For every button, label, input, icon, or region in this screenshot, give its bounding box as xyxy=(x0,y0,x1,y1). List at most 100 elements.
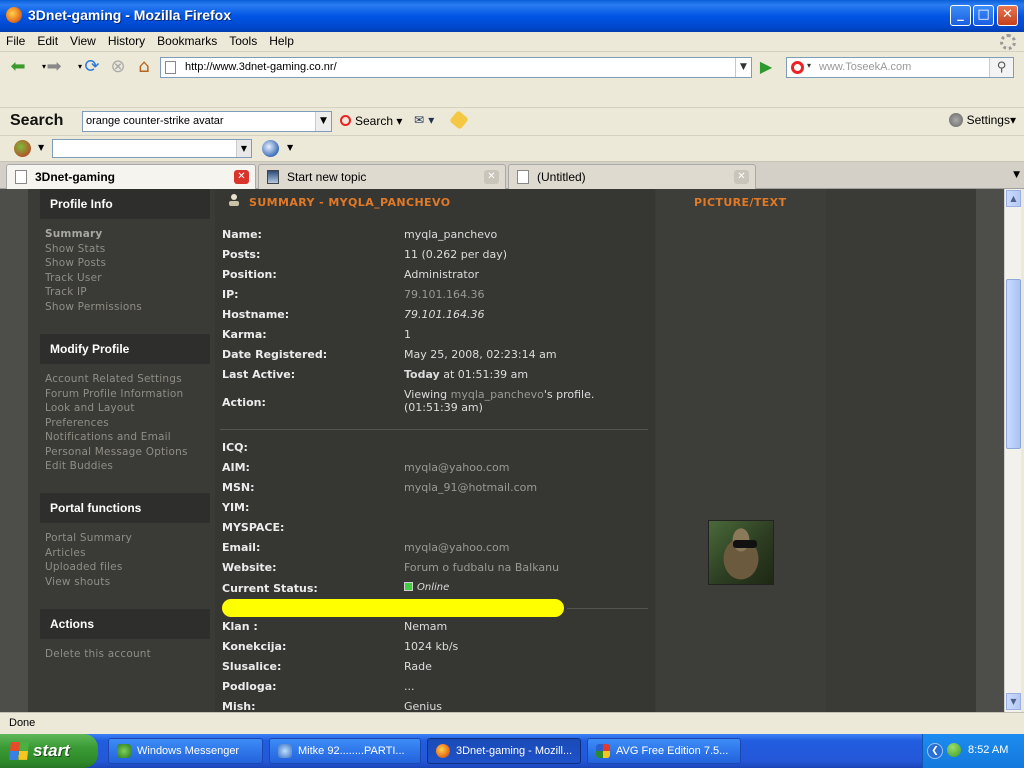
url-text[interactable]: http://www.3dnet-gaming.co.nr/ xyxy=(185,61,337,73)
settings-label: Settings xyxy=(966,113,1010,127)
web-search-placeholder[interactable]: www.ToseekA.com xyxy=(819,61,911,73)
search-engine-dropdown-icon[interactable]: ▾ xyxy=(807,61,811,70)
close-tab-icon[interactable]: ✕ xyxy=(234,170,249,184)
task-firefox[interactable]: 3Dnet-gaming - Mozill... xyxy=(427,738,581,764)
back-arrow-icon[interactable]: ⬅ xyxy=(6,56,30,78)
search-button-label: Search xyxy=(355,114,394,128)
settings-button[interactable]: Settings▾ xyxy=(948,113,1016,127)
firefox-icon xyxy=(436,744,450,758)
tab-untitled[interactable]: (Untitled) ✕ xyxy=(508,164,756,189)
minimize-button[interactable]: _ xyxy=(950,5,971,26)
search-query-text[interactable]: orange counter-strike avatar xyxy=(86,115,224,127)
sidebar-link-account-settings[interactable]: Account Related Settings xyxy=(45,372,210,387)
row-value: ... xyxy=(404,680,415,693)
url-history-dropdown-icon[interactable]: ▼ xyxy=(735,58,751,77)
vertical-scrollbar[interactable]: ▲ ▼ xyxy=(1004,189,1021,712)
search-engine-icon[interactable] xyxy=(791,61,804,74)
menu-view[interactable]: View xyxy=(64,32,102,48)
highlighter-icon[interactable] xyxy=(449,110,469,130)
search-button[interactable]: Search ▾ xyxy=(340,114,402,128)
close-tab-icon[interactable]: ✕ xyxy=(484,170,499,184)
show-hidden-icons-chevron-icon[interactable]: ❮ xyxy=(927,743,943,759)
sidebar-link-show-stats[interactable]: Show Stats xyxy=(45,242,210,257)
row-value: Genius xyxy=(404,700,443,712)
website-link[interactable]: Forum o fudbalu na Balkanu xyxy=(404,561,654,574)
forward-arrow-icon[interactable]: ➡ xyxy=(42,56,66,78)
menu-edit[interactable]: Edit xyxy=(31,32,64,48)
sidebar-link-summary[interactable]: Summary xyxy=(45,227,210,242)
row-value: 1 xyxy=(404,328,411,341)
sidebar-link-edit-buddies[interactable]: Edit Buddies xyxy=(45,459,210,474)
search-query-input[interactable]: orange counter-strike avatar ▼ xyxy=(82,111,332,132)
menu-file[interactable]: File xyxy=(0,32,31,48)
sidebar-link-articles[interactable]: Articles xyxy=(45,546,210,561)
messenger-tray-icon[interactable] xyxy=(947,743,961,757)
sidebar-heading: Actions xyxy=(40,609,210,639)
menu-bookmarks[interactable]: Bookmarks xyxy=(151,32,223,48)
addon-combo-input[interactable]: ▼ xyxy=(52,139,252,158)
reload-icon[interactable]: ⟳ xyxy=(80,56,104,78)
tab-list-dropdown-icon[interactable]: ▼ xyxy=(1013,170,1020,180)
aim-link[interactable]: myqla@yahoo.com xyxy=(404,461,654,474)
sidebar-link-show-permissions[interactable]: Show Permissions xyxy=(45,300,210,315)
close-tab-icon[interactable]: ✕ xyxy=(734,170,749,184)
msn-link[interactable]: myqla_91@hotmail.com xyxy=(404,481,654,494)
search-query-dropdown-icon[interactable]: ▼ xyxy=(315,112,331,131)
mail-icon[interactable]: ✉ ▾ xyxy=(414,113,434,127)
go-arrow-icon[interactable]: ▶ xyxy=(757,58,775,76)
last-active-day: Today xyxy=(404,368,440,381)
stop-icon[interactable]: ⊗ xyxy=(106,56,130,78)
sidebar-link-show-posts[interactable]: Show Posts xyxy=(45,256,210,271)
action-profile-link[interactable]: myqla_panchevo xyxy=(451,388,544,401)
start-button[interactable]: start xyxy=(0,734,98,768)
sidebar-link-look-layout[interactable]: Look and Layout Preferences xyxy=(45,401,155,430)
scroll-up-arrow-icon[interactable]: ▲ xyxy=(1006,190,1021,207)
sidebar-link-portal-summary[interactable]: Portal Summary xyxy=(45,531,210,546)
image-icon xyxy=(267,170,279,184)
sidebar-link-notifications[interactable]: Notifications and Email xyxy=(45,430,210,445)
scrollbar-thumb[interactable] xyxy=(1006,279,1021,449)
status-bar: Done xyxy=(0,712,1024,734)
sidebar-link-pm-options[interactable]: Personal Message Options xyxy=(45,445,210,460)
scroll-down-arrow-icon[interactable]: ▼ xyxy=(1006,693,1021,710)
window-title-bar[interactable]: 3Dnet-gaming - Mozilla Firefox _ □ ✕ xyxy=(0,0,1024,32)
task-avg[interactable]: AVG Free Edition 7.5... xyxy=(587,738,741,764)
addon-dropdown-icon[interactable]: ▼ xyxy=(38,143,44,152)
url-bar[interactable]: http://www.3dnet-gaming.co.nr/ ▼ xyxy=(160,57,752,78)
email-link[interactable]: myqla@yahoo.com xyxy=(404,541,654,554)
menu-help[interactable]: Help xyxy=(263,32,300,48)
combo-dropdown-icon[interactable]: ▼ xyxy=(236,140,251,157)
maximize-button[interactable]: □ xyxy=(973,5,994,26)
sidebar-link-uploaded-files[interactable]: Uploaded files xyxy=(45,560,210,575)
menu-history[interactable]: History xyxy=(102,32,151,48)
ip-link[interactable]: 79.101.164.36 xyxy=(404,288,654,301)
magnifier-icon[interactable]: ⚲ xyxy=(989,58,1013,77)
sidebar-link-track-ip[interactable]: Track IP xyxy=(45,285,210,300)
tab-3dnet-gaming[interactable]: 3Dnet-gaming ✕ xyxy=(6,164,256,190)
tab-start-new-topic[interactable]: Start new topic ✕ xyxy=(258,164,506,189)
sidebar-profile-info: Profile Info Summary Show Stats Show Pos… xyxy=(40,189,210,337)
task-mitke[interactable]: Mitke 92........PARTI... xyxy=(269,738,421,764)
home-icon[interactable]: ⌂ xyxy=(132,56,156,78)
separator xyxy=(567,608,648,609)
row-value: Online xyxy=(404,582,654,593)
clock[interactable]: 8:52 AM xyxy=(968,744,1008,756)
tab-strip: 3Dnet-gaming ✕ Start new topic ✕ (Untitl… xyxy=(0,162,1024,190)
sidebar-link-delete-account[interactable]: Delete this account xyxy=(45,647,210,662)
tab-label: (Untitled) xyxy=(537,170,586,184)
web-search-box[interactable]: ▾ www.ToseekA.com ⚲ xyxy=(786,57,1014,78)
close-window-button[interactable]: ✕ xyxy=(997,5,1018,26)
menu-tools[interactable]: Tools xyxy=(223,32,263,48)
taskbar: start Windows Messenger Mitke 92........… xyxy=(0,734,1024,768)
addon-icon[interactable] xyxy=(14,140,31,157)
globe-dropdown-icon[interactable]: ▼ xyxy=(287,143,293,152)
sidebar-link-forum-profile[interactable]: Forum Profile Information xyxy=(45,387,210,402)
globe-icon[interactable] xyxy=(262,140,279,157)
sidebar-link-view-shouts[interactable]: View shouts xyxy=(45,575,210,590)
sidebar-heading: Profile Info xyxy=(40,189,210,219)
sidebar-link-track-user[interactable]: Track User xyxy=(45,271,210,286)
row-label: Email: xyxy=(222,541,261,554)
messenger-icon xyxy=(117,744,131,758)
sidebar-heading: Modify Profile xyxy=(40,334,210,364)
task-windows-messenger[interactable]: Windows Messenger xyxy=(108,738,263,764)
